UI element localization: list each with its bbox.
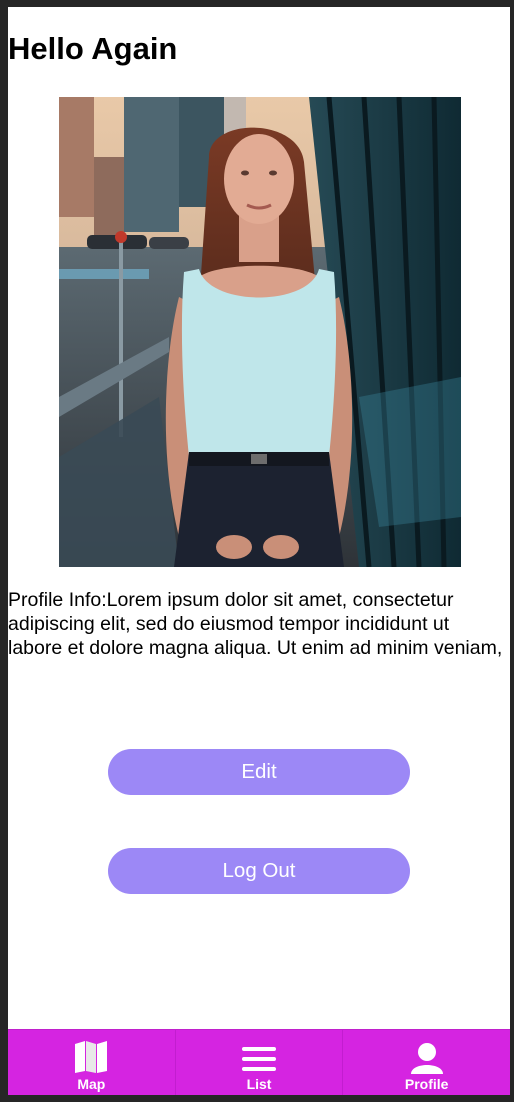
bottom-tab-bar: Map List Profile	[8, 1029, 510, 1095]
edit-button[interactable]: Edit	[108, 749, 410, 795]
list-icon	[242, 1044, 276, 1074]
profile-screen: Hello Again Profile Info:Lorem ipsum dol…	[8, 7, 510, 1095]
tab-profile-label: Profile	[404, 1076, 449, 1092]
tab-map[interactable]: Map	[8, 1030, 176, 1095]
profile-icon	[410, 1042, 444, 1074]
page-title: Hello Again	[8, 31, 178, 66]
logout-button[interactable]: Log Out	[108, 848, 410, 894]
profile-info-text: Profile Info:Lorem ipsum dolor sit amet,…	[8, 589, 503, 659]
tab-list-label: List	[246, 1076, 272, 1092]
tab-list[interactable]: List	[176, 1030, 344, 1095]
tab-map-label: Map	[77, 1076, 106, 1092]
map-icon	[74, 1040, 108, 1074]
tab-profile[interactable]: Profile	[343, 1030, 510, 1095]
profile-photo	[59, 97, 461, 567]
